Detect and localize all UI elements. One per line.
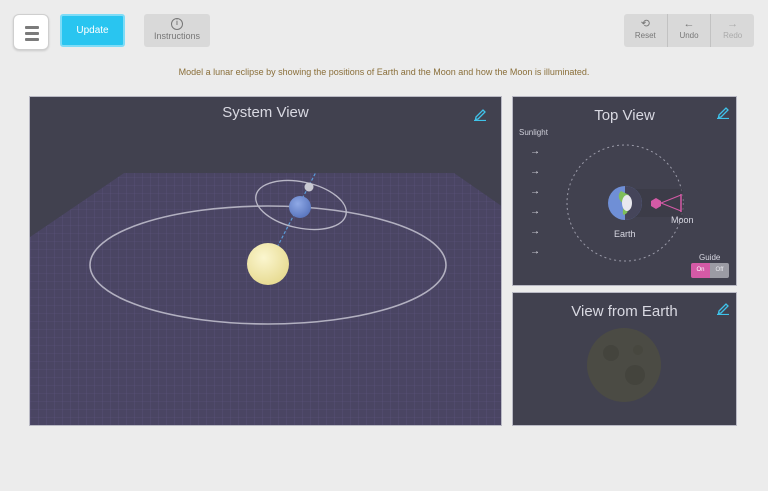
instructions-label: Instructions: [153, 31, 201, 41]
moon-label: Moon: [671, 215, 694, 225]
redo-arrow-icon: →: [727, 18, 739, 30]
reset-icon: ⟲: [640, 18, 650, 30]
system-view-panel[interactable]: System View: [29, 96, 502, 426]
guide-on-button[interactable]: On: [691, 263, 710, 278]
redo-label: Redo: [723, 31, 743, 40]
menu-icon-bar: [25, 38, 39, 41]
task-prompt: Model a lunar eclipse by showing the pos…: [178, 67, 590, 77]
pencil-icon[interactable]: [473, 107, 487, 121]
earth-label: Earth: [614, 229, 636, 239]
history-controls: ⟲ Reset ← Undo → Redo: [624, 14, 754, 47]
moon-crater: [603, 345, 619, 361]
eclipsed-moon: [587, 328, 661, 402]
guide-label: Guide: [699, 253, 721, 262]
instructions-button[interactable]: i Instructions: [144, 14, 210, 47]
undo-button[interactable]: ← Undo: [668, 14, 712, 47]
update-button[interactable]: Update: [60, 14, 125, 47]
reset-button[interactable]: ⟲ Reset: [624, 14, 668, 47]
system-view-title: System View: [222, 104, 309, 121]
reset-label: Reset: [634, 31, 656, 40]
menu-icon: [25, 26, 39, 29]
undo-arrow-icon: ←: [683, 18, 695, 30]
sun[interactable]: [247, 243, 289, 285]
earth-cloud: [622, 195, 632, 211]
moon-crater: [625, 365, 645, 385]
moon[interactable]: [304, 182, 314, 192]
moon-crater: [633, 345, 643, 355]
top-view-panel[interactable]: Top View Sunlight → → → → → → Earth Moon…: [512, 96, 737, 286]
menu-icon-bar: [25, 32, 39, 35]
guide-off-button[interactable]: Off: [710, 263, 729, 278]
system-view-canvas[interactable]: [30, 97, 502, 426]
plane-grid: [30, 173, 501, 425]
info-icon: i: [171, 18, 183, 30]
earth[interactable]: [289, 196, 311, 218]
redo-button[interactable]: → Redo: [711, 14, 754, 47]
undo-label: Undo: [679, 31, 699, 40]
guide-toggle[interactable]: On Off: [691, 263, 729, 278]
earth-view-panel[interactable]: View from Earth: [512, 292, 737, 426]
earth-view-canvas: [587, 328, 661, 402]
menu-button[interactable]: [13, 14, 49, 50]
